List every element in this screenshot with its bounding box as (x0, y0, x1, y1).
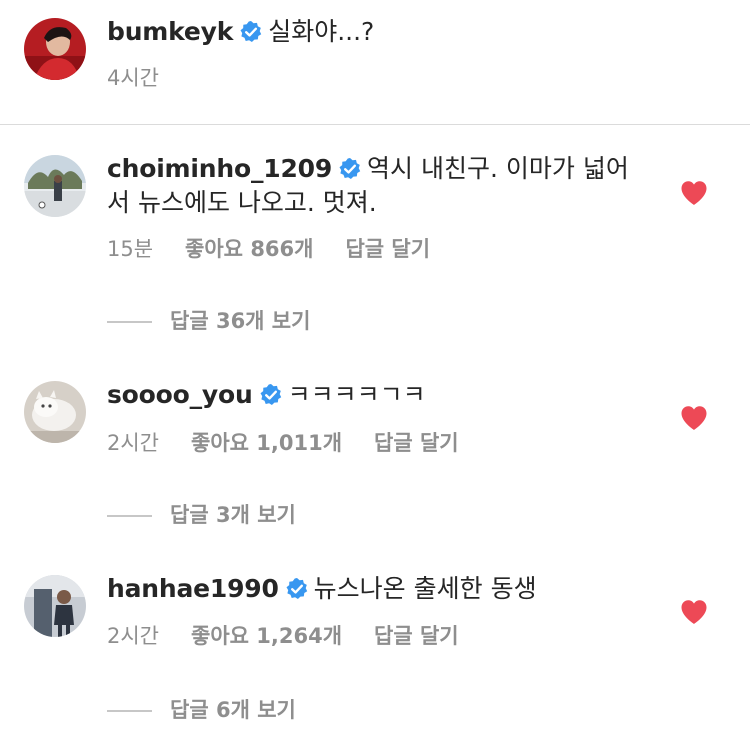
timestamp: 2시간 (107, 431, 160, 455)
heart-filled-icon[interactable] (680, 405, 708, 431)
view-replies-button[interactable]: 답글 36개 보기 (107, 307, 310, 335)
verified-badge-icon (285, 577, 309, 601)
timestamp: 4시간 (107, 66, 160, 90)
view-replies-label: 답글 3개 보기 (170, 503, 296, 527)
post-meta: 4시간 (107, 64, 159, 92)
verified-badge-icon (259, 383, 283, 407)
username[interactable]: bumkeyk (107, 17, 233, 46)
view-replies-label: 답글 36개 보기 (170, 309, 311, 333)
reply-button[interactable]: 답글 달기 (345, 235, 430, 263)
likes-count[interactable]: 좋아요 1,011개 (191, 429, 342, 457)
avatar[interactable] (24, 381, 86, 443)
reply-button[interactable]: 답글 달기 (374, 429, 459, 457)
username[interactable]: hanhae1990 (107, 574, 279, 603)
verified-badge-icon (239, 20, 263, 44)
post-header-line: bumkeyk 실화야...? (107, 14, 374, 50)
avatar[interactable] (24, 18, 86, 80)
replies-line (107, 321, 152, 323)
timestamp: 15분 (107, 237, 154, 261)
comment-meta: 15분 좋아요 866개 답글 달기 (107, 235, 430, 263)
post-caption: bumkeyk 실화야...? 4시간 (0, 0, 750, 124)
comment-text-continued: 서 뉴스에도 나오고. 멋져. (107, 188, 377, 217)
comment-header-line: choiminho_1209 역시 내친구. 이마가 넓어 (107, 151, 629, 187)
comment-text: 뉴스나온 출세한 동생 (313, 574, 537, 603)
likes-count[interactable]: 좋아요 866개 (185, 235, 313, 263)
username[interactable]: soooo_you (107, 380, 253, 409)
replies-line (107, 710, 152, 712)
reply-button[interactable]: 답글 달기 (374, 622, 459, 650)
comment-header-line: hanhae1990 뉴스나온 출세한 동생 (107, 571, 537, 607)
view-replies-button[interactable]: 답글 6개 보기 (107, 696, 296, 724)
heart-filled-icon[interactable] (680, 180, 708, 206)
comment-text: ㅋㅋㅋㅋㄱㅋ (287, 380, 426, 409)
username[interactable]: choiminho_1209 (107, 154, 332, 183)
verified-badge-icon (338, 157, 362, 181)
comment-meta: 2시간 좋아요 1,011개 답글 달기 (107, 429, 459, 457)
avatar[interactable] (24, 575, 86, 637)
view-replies-button[interactable]: 답글 3개 보기 (107, 501, 296, 529)
timestamp: 2시간 (107, 624, 160, 648)
replies-line (107, 515, 152, 517)
comment-text: 역시 내친구. 이마가 넓어 (367, 154, 629, 183)
heart-filled-icon[interactable] (680, 599, 708, 625)
view-replies-label: 답글 6개 보기 (170, 698, 296, 722)
divider (0, 124, 750, 125)
likes-count[interactable]: 좋아요 1,264개 (191, 622, 342, 650)
comment-header-line: soooo_you ㅋㅋㅋㅋㄱㅋ (107, 377, 426, 413)
comment-meta: 2시간 좋아요 1,264개 답글 달기 (107, 622, 459, 650)
caption-text: 실화야...? (268, 17, 375, 46)
avatar[interactable] (24, 155, 86, 217)
